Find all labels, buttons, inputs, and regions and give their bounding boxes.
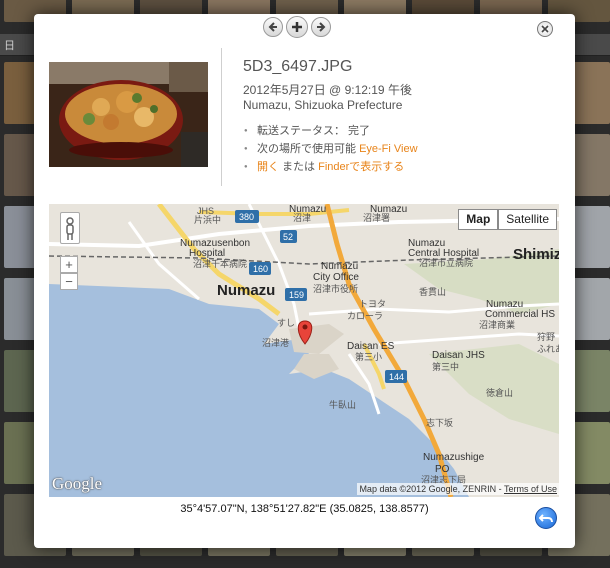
route-shield: 144	[389, 372, 404, 382]
file-name: 5D3_6497.JPG	[243, 58, 353, 75]
photo-image	[49, 62, 208, 167]
map-label: 沼津千本病院	[193, 258, 247, 269]
zoom-control: + −	[60, 256, 78, 290]
close-button[interactable]	[537, 21, 553, 37]
map-label: PO	[435, 464, 450, 475]
map-type-switcher: Map Satellite	[458, 209, 557, 230]
toolbar-label: 日	[4, 40, 15, 52]
copyright-text: Map data ©2012 Google, ZENRIN -	[359, 484, 504, 494]
map-label: 片浜中	[194, 214, 221, 225]
flip-back-button[interactable]	[535, 507, 557, 529]
arrow-right-icon	[317, 22, 326, 32]
google-logo[interactable]: Google	[52, 474, 102, 494]
divider	[221, 48, 222, 186]
or-text: または	[279, 161, 319, 173]
map-label: Daisan ES	[347, 341, 395, 352]
transfer-status: 転送ステータス： 完了	[243, 122, 418, 140]
map-label: 沼津市立病院	[419, 257, 473, 268]
map-label: Numazushige	[423, 452, 485, 463]
map-label: Hospital	[189, 248, 225, 259]
show-in-finder-link[interactable]: Finderで表示する	[318, 161, 404, 173]
next-button[interactable]	[311, 17, 331, 37]
photo-thumbnail[interactable]	[49, 62, 208, 167]
route-shield: 52	[283, 232, 293, 242]
terms-of-use-link[interactable]: Terms of Use	[504, 484, 557, 494]
map-label: City Office	[313, 272, 359, 283]
photo-info-dialog: 5D3_6497.JPG 2012年5月27日 @ 9:12:19 午後 Num…	[34, 14, 575, 548]
close-icon	[541, 25, 549, 33]
map-label: 第三中	[432, 361, 459, 372]
zoom-in-button[interactable]: +	[60, 256, 78, 273]
location-map[interactable]: JHS 片浜中 Numazu 沼津 Numazu 沼津署 380 52 160 …	[49, 204, 559, 497]
map-label: 沼津	[293, 213, 311, 223]
map-label: カローラ	[347, 311, 383, 321]
capture-date: 2012年5月27日 @ 9:12:19 午後	[243, 83, 412, 97]
previous-button[interactable]	[263, 17, 283, 37]
map-copyright: Map data ©2012 Google, ZENRIN - Terms of…	[357, 483, 559, 495]
map-label: 沼津署	[363, 213, 390, 223]
add-button[interactable]	[286, 16, 308, 38]
availability-text: 次の場所で使用可能	[257, 143, 360, 155]
map-label: 沼津市役所	[313, 283, 358, 294]
transfer-status-text: 転送ステータス： 完了	[257, 125, 371, 137]
map-label: すし	[277, 318, 295, 328]
map-label: Numazu	[217, 282, 275, 299]
map-label: 狩野	[537, 331, 555, 342]
location-name: Numazu, Shizuoka Prefecture	[243, 98, 403, 112]
plus-icon	[292, 22, 302, 32]
zoom-out-button[interactable]: −	[60, 273, 78, 290]
eye-fi-view-link[interactable]: Eye-Fi View	[359, 143, 417, 155]
map-canvas: JHS 片浜中 Numazu 沼津 Numazu 沼津署 380 52 160 …	[49, 204, 559, 497]
arrow-left-icon	[268, 22, 277, 32]
open-actions: 開く または Finderで表示する	[243, 158, 418, 176]
map-label: Shimiz	[513, 246, 559, 263]
route-shield: 380	[239, 212, 254, 222]
map-label: トヨタ	[359, 299, 386, 309]
map-type-satellite-button[interactable]: Satellite	[498, 209, 557, 230]
gps-coordinates: 35°4'57.07"N, 138°51'27.82"E (35.0825, 1…	[180, 503, 429, 515]
map-label: ふれあ	[537, 344, 559, 354]
availability: 次の場所で使用可能 Eye-Fi View	[243, 140, 418, 158]
map-label: 志下坂	[426, 417, 453, 428]
map-label: 牛臥山	[329, 399, 356, 410]
map-label: 沼津商業	[479, 319, 515, 330]
map-label: 香貫山	[419, 287, 446, 297]
map-type-map-button[interactable]: Map	[458, 209, 499, 230]
nav-buttons	[263, 16, 331, 38]
route-shield: 160	[253, 264, 268, 274]
status-list: 転送ステータス： 完了 次の場所で使用可能 Eye-Fi View 開く または…	[243, 122, 418, 176]
map-label: 第三小	[355, 351, 382, 362]
map-label: Daisan JHS	[432, 350, 485, 361]
map-label: 沼津港	[262, 337, 289, 348]
route-shield: 159	[289, 290, 304, 300]
street-view-pegman[interactable]	[60, 212, 80, 244]
undo-arrow-icon	[538, 514, 553, 523]
map-label: 徳倉山	[486, 387, 513, 398]
map-label: Commercial HS	[485, 309, 555, 320]
person-icon	[66, 217, 74, 240]
open-link[interactable]: 開く	[257, 161, 279, 173]
map-label: Numazu	[321, 261, 358, 272]
